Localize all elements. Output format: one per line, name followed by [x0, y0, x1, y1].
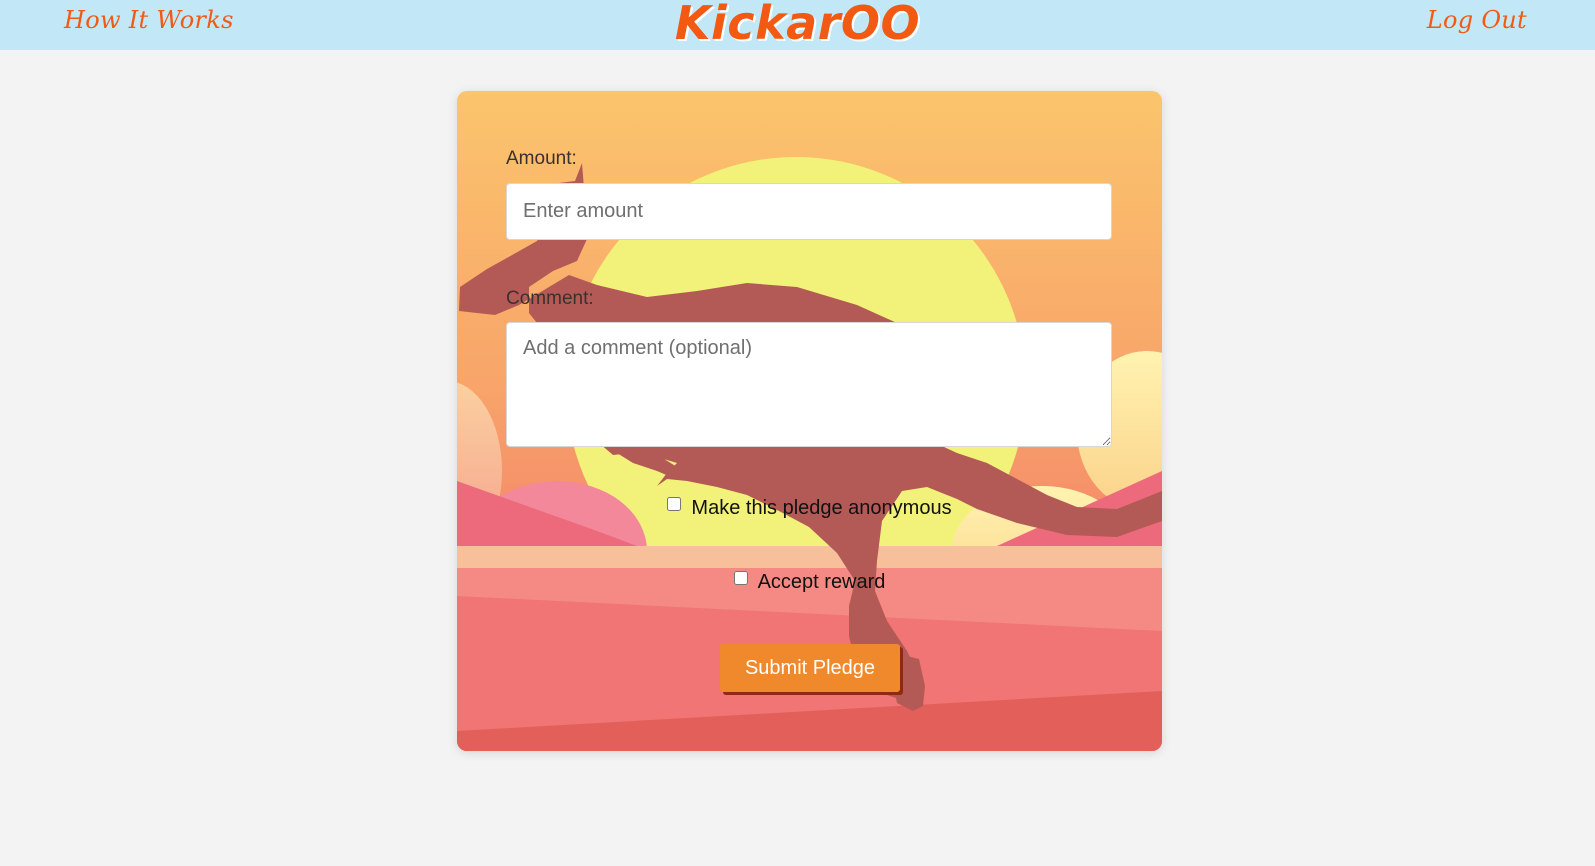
comment-label: Comment:	[506, 288, 594, 309]
anonymous-option: Make this pledge anonymous	[457, 497, 1162, 520]
amount-input[interactable]	[506, 183, 1112, 240]
pledge-card: Amount: Comment: Make this pledge anonym…	[457, 91, 1162, 751]
brand-logo-wrapper: KickarOO	[0, 0, 1595, 50]
comment-textarea[interactable]	[506, 322, 1112, 447]
submit-pledge-button[interactable]: Submit Pledge	[720, 644, 900, 692]
anonymous-checkbox[interactable]	[667, 497, 682, 511]
log-out-link[interactable]: Log Out	[1427, 6, 1527, 34]
accept-reward-label: Accept reward	[757, 571, 886, 593]
how-it-works-link[interactable]: How It Works	[64, 6, 234, 34]
reward-option: Accept reward	[457, 571, 1162, 594]
anonymous-label: Make this pledge anonymous	[691, 497, 952, 519]
brand-logo[interactable]: KickarOO	[675, 0, 920, 50]
top-navbar: How It Works KickarOO Log Out	[0, 0, 1595, 50]
amount-label: Amount:	[506, 148, 577, 169]
accept-reward-checkbox[interactable]	[733, 571, 748, 585]
